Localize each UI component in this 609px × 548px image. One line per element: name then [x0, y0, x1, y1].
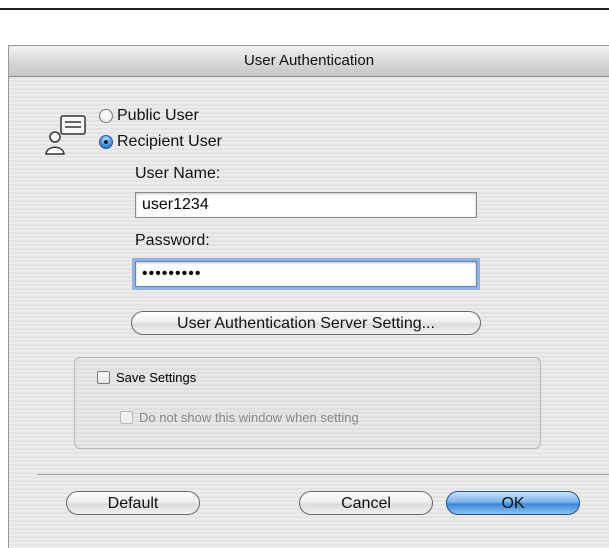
user-name-field[interactable]: user1234 — [135, 192, 477, 218]
auth-server-setting-button[interactable]: User Authentication Server Setting... — [131, 311, 481, 335]
save-settings-checkbox[interactable] — [97, 371, 110, 384]
do-not-show-checkbox-row[interactable]: Do not show this window when setting — [120, 410, 359, 425]
public-user-radio-button[interactable] — [99, 109, 113, 123]
ok-button[interactable]: OK — [446, 491, 580, 515]
public-user-radio[interactable]: Public User — [99, 107, 199, 125]
save-settings-group: Save Settings Do not show this window wh… — [74, 357, 541, 449]
password-label: Password: — [135, 232, 210, 249]
password-field[interactable]: ••••••••• — [135, 261, 477, 287]
do-not-show-checkbox[interactable] — [120, 411, 133, 424]
top-rule — [0, 8, 609, 10]
recipient-user-label: Recipient User — [117, 133, 222, 150]
public-user-label: Public User — [117, 107, 199, 124]
save-settings-label: Save Settings — [116, 370, 197, 385]
do-not-show-label: Do not show this window when setting — [139, 410, 359, 425]
recipient-user-radio-button[interactable] — [99, 135, 113, 149]
user-authentication-dialog: User Authentication Public User Recipien… — [8, 45, 609, 548]
save-settings-checkbox-row[interactable]: Save Settings — [97, 370, 196, 385]
button-separator — [37, 474, 609, 475]
user-name-label: User Name: — [135, 165, 221, 182]
user-icon — [45, 115, 86, 155]
recipient-user-radio[interactable]: Recipient User — [99, 133, 222, 151]
default-button[interactable]: Default — [66, 491, 200, 515]
dialog-title: User Authentication — [9, 46, 609, 77]
cancel-button[interactable]: Cancel — [299, 491, 433, 515]
